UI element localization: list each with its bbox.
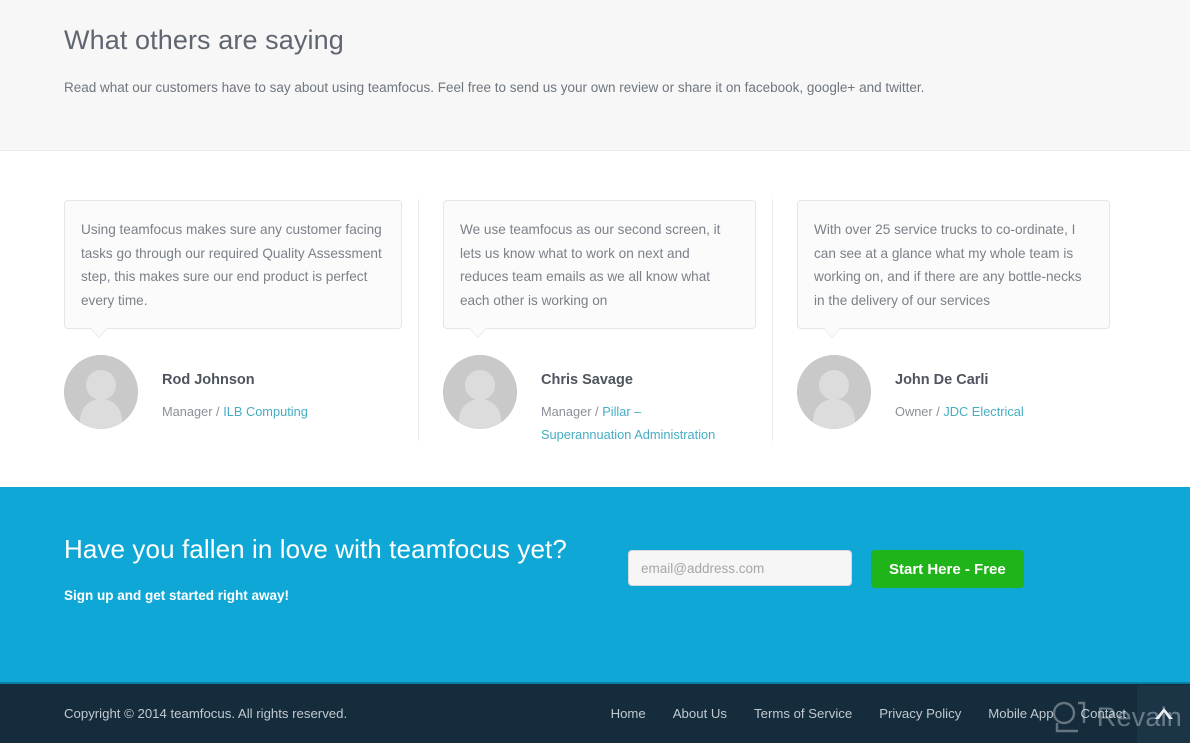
page-title: What others are saying [64,25,344,55]
testimonial-quote-text: Using teamfocus makes sure any customer … [81,222,382,308]
footer-link-about-us[interactable]: About Us [673,706,727,721]
testimonial-author-role: Owner / JDC Electrical [895,389,1024,423]
testimonial-company-link[interactable]: ILB Computing [223,404,308,419]
testimonial-author-role: Manager / ILB Computing [162,389,308,423]
testimonial-quote-text: We use teamfocus as our second screen, i… [460,222,721,308]
testimonial-card: With over 25 service trucks to co-ordina… [772,199,1126,446]
testimonial-author: Rod Johnson Manager / ILB Computing [64,329,402,429]
footer-link-mobile-app[interactable]: Mobile App [988,706,1053,721]
testimonial-card: Using teamfocus makes sure any customer … [64,200,418,446]
intro-section: What others are saying Read what our cus… [0,0,1190,151]
testimonials-section: Using teamfocus makes sure any customer … [0,151,1190,487]
footer-link-home[interactable]: Home [611,706,646,721]
testimonial-author: John De Carli Owner / JDC Electrical [797,329,1110,429]
testimonial-author-name: John De Carli [895,372,989,388]
testimonial-quote-bubble: With over 25 service trucks to co-ordina… [797,200,1110,338]
avatar [64,355,138,429]
signup-form: Start Here - Free [624,532,1024,588]
copyright-text: Copyright © 2014 teamfocus. All rights r… [64,706,348,721]
testimonial-quote-text: With over 25 service trucks to co-ordina… [814,222,1082,308]
start-here-button[interactable]: Start Here - Free [871,550,1024,588]
testimonial-card: We use teamfocus as our second screen, i… [418,199,772,446]
testimonial-quote-bubble: We use teamfocus as our second screen, i… [443,200,756,338]
footer: Copyright © 2014 teamfocus. All rights r… [0,682,1190,743]
cta-subtitle: Sign up and get started right away! [64,588,290,603]
cta-title: Have you fallen in love with teamfocus y… [64,534,567,564]
testimonial-role-label: Owner / [895,404,940,419]
scroll-to-top-button[interactable] [1137,685,1190,743]
testimonial-role-label: Manager / [162,404,220,419]
footer-nav: Home About Us Terms of Service Privacy P… [611,706,1126,721]
signup-cta-section: Have you fallen in love with teamfocus y… [0,487,1190,682]
testimonial-author-role: Manager / Pillar – Superannuation Admini… [541,389,731,446]
chevron-up-icon [1154,708,1173,719]
testimonial-author-name: Rod Johnson [162,372,255,388]
page-subtitle: Read what our customers have to say abou… [64,80,925,95]
footer-link-terms-of-service[interactable]: Terms of Service [754,706,852,721]
avatar [797,355,871,429]
avatar [443,355,517,429]
testimonial-company-link[interactable]: JDC Electrical [943,404,1023,419]
testimonial-role-label: Manager / [541,404,599,419]
testimonial-author-name: Chris Savage [541,372,633,388]
testimonial-author: Chris Savage Manager / Pillar – Superann… [443,329,756,446]
footer-link-privacy-policy[interactable]: Privacy Policy [879,706,961,721]
footer-link-contact[interactable]: Contact [1081,706,1126,721]
testimonial-quote-bubble: Using teamfocus makes sure any customer … [64,200,402,338]
email-field[interactable] [628,550,852,586]
